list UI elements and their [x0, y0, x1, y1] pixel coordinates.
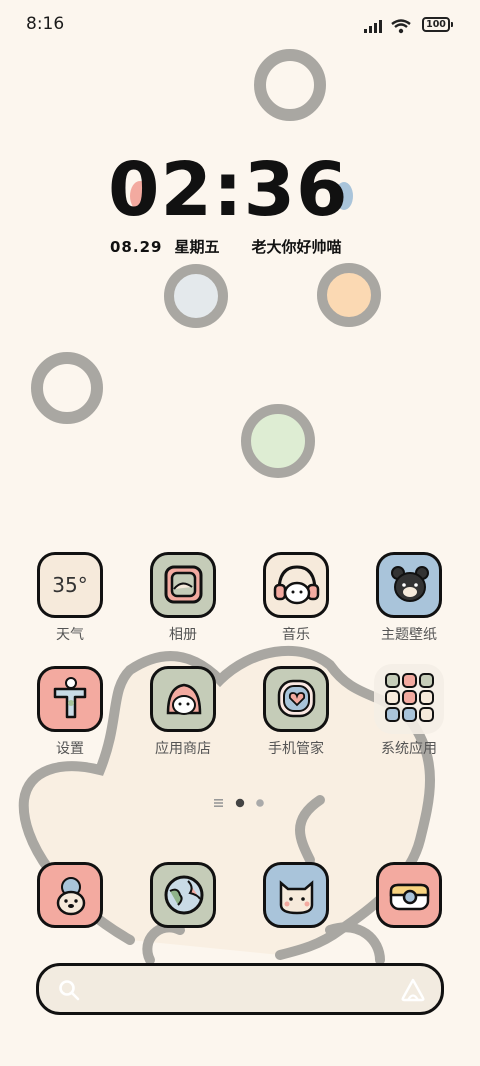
mini-app-icon — [419, 690, 434, 705]
dog-icon — [56, 877, 85, 916]
gallery-icon — [150, 552, 216, 618]
mini-app-icon — [419, 707, 434, 722]
shield-heart-icon — [277, 679, 315, 718]
app-app-store[interactable]: 应用商店 — [133, 666, 233, 758]
dock-app-camera-cat[interactable] — [246, 862, 346, 928]
cat-icon — [279, 880, 313, 915]
mini-app-icon — [385, 690, 400, 705]
app-themes[interactable]: 主题壁纸 — [359, 552, 459, 644]
battery-icon: 100 — [422, 17, 453, 32]
camera-lens-icon — [389, 883, 429, 911]
cat-camera-icon — [263, 862, 329, 928]
app-label: 相册 — [169, 627, 197, 643]
page-indicator[interactable] — [212, 796, 272, 810]
wrench-icon — [53, 677, 86, 719]
dock-app-camera[interactable] — [359, 862, 459, 928]
status-bar: 8:16 100 — [0, 0, 480, 50]
mini-app-icon — [385, 673, 400, 688]
mini-app-icon — [402, 690, 417, 705]
app-settings[interactable]: 设置 — [20, 666, 120, 758]
clock-motto: 老大你好帅喵 — [251, 238, 342, 256]
weather-icon: 35° — [37, 552, 103, 618]
app-weather[interactable]: 35° 天气 — [20, 552, 120, 644]
app-label: 音乐 — [282, 627, 310, 643]
search-icon — [59, 980, 80, 1001]
folder-icon — [374, 664, 444, 734]
app-label: 手机管家 — [268, 741, 324, 757]
weather-temperature: 35° — [52, 573, 88, 597]
clock-time: 02:36 — [108, 147, 349, 233]
mini-app-icon — [419, 673, 434, 688]
headphone-cat-icon — [273, 565, 319, 605]
app-label: 天气 — [56, 627, 84, 643]
app-security[interactable]: 手机管家 — [246, 666, 346, 758]
app-store-icon — [150, 666, 216, 732]
clock-date: 08.29 — [110, 238, 163, 256]
dock-app-browser[interactable] — [133, 862, 233, 928]
themes-icon — [376, 552, 442, 618]
security-icon — [263, 666, 329, 732]
dock-app-dog[interactable] — [20, 862, 120, 928]
globe-icon — [164, 875, 203, 915]
clock-info: 08.29 星期五 老大你好帅喵 — [110, 236, 341, 257]
signal-wifi-icon — [364, 19, 411, 34]
search-bar[interactable] — [36, 963, 444, 1015]
clock-weekday: 星期五 — [174, 238, 220, 256]
dog-face-icon — [37, 862, 103, 928]
bag-cat-icon — [166, 683, 201, 715]
status-time: 8:16 — [26, 14, 65, 34]
browser-globe-icon — [150, 862, 216, 928]
camera-icon — [376, 862, 442, 928]
app-label: 设置 — [56, 741, 84, 757]
gallery-picture-icon — [164, 565, 202, 604]
music-icon — [263, 552, 329, 618]
app-gallery[interactable]: 相册 — [133, 552, 233, 644]
mini-app-icon — [402, 707, 417, 722]
mini-app-icon — [402, 673, 417, 688]
app-label: 主题壁纸 — [381, 627, 437, 643]
app-music[interactable]: 音乐 — [246, 552, 346, 644]
app-label: 系统应用 — [381, 741, 437, 757]
app-system-folder[interactable]: 系统应用 — [359, 664, 459, 758]
settings-icon — [37, 666, 103, 732]
app-label: 应用商店 — [155, 741, 211, 757]
assistant-icon[interactable] — [399, 977, 427, 1003]
mini-app-icon — [385, 707, 400, 722]
bear-icon — [390, 566, 429, 602]
